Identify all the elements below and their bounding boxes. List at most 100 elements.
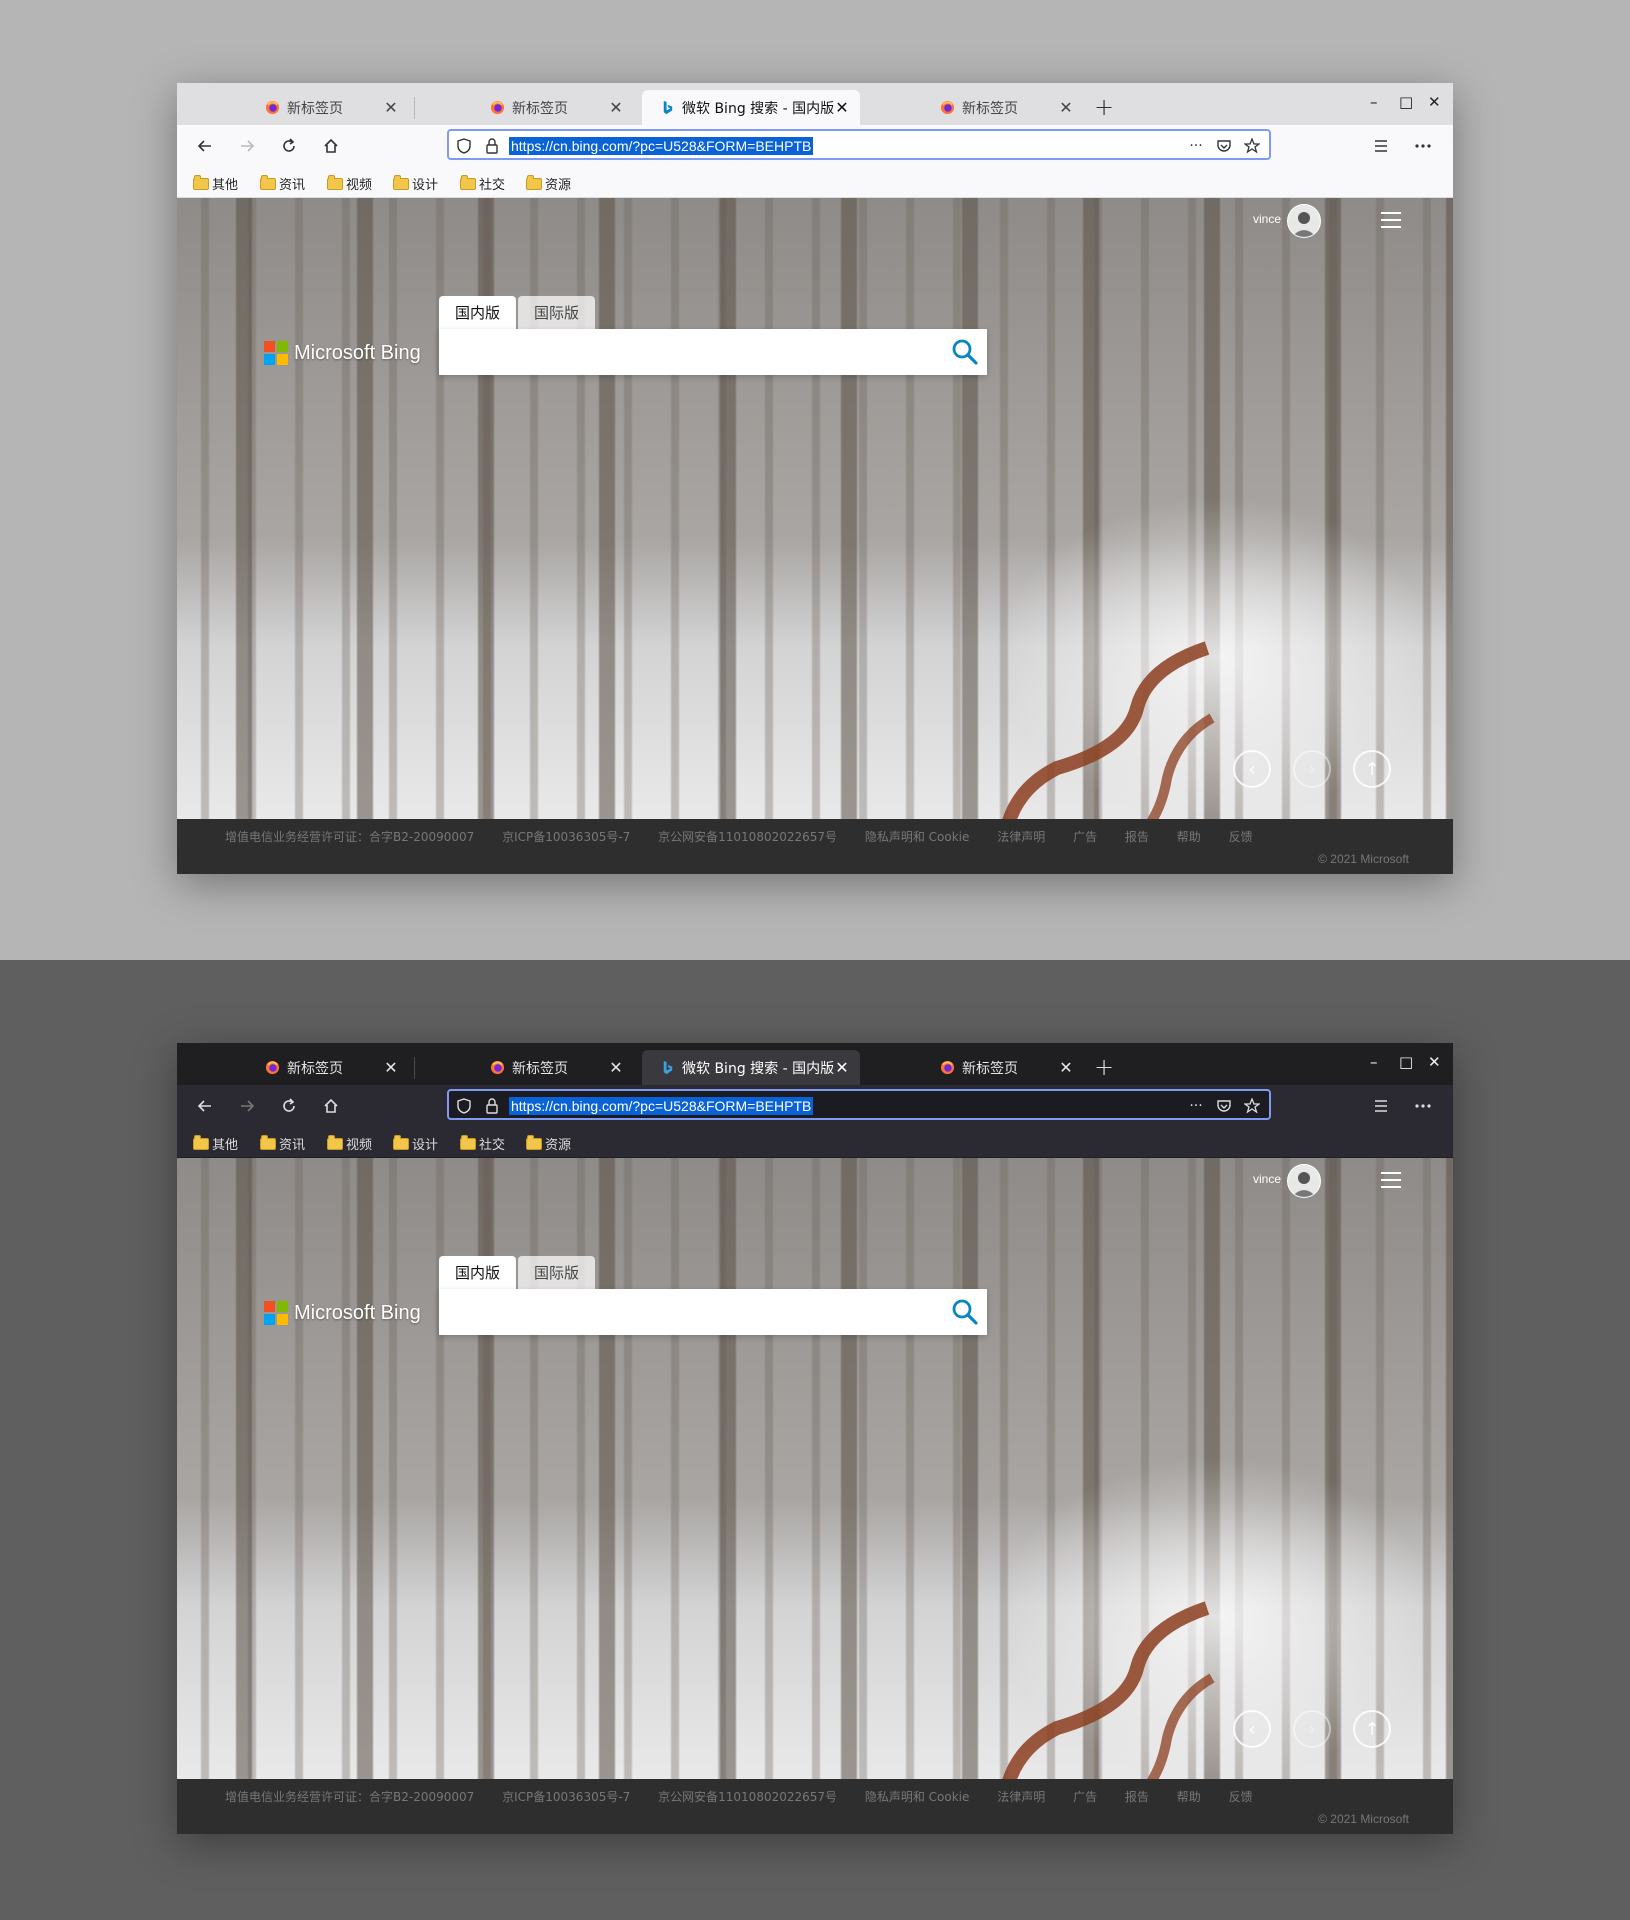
menu-button[interactable] xyxy=(1408,131,1438,161)
image-info-button[interactable]: ↑ xyxy=(1353,1710,1391,1748)
hamburger-menu-icon[interactable] xyxy=(1381,212,1401,228)
bookmark-folder[interactable]: 社交 xyxy=(460,1134,505,1153)
tab-close-icon[interactable]: ✕ xyxy=(834,98,850,117)
bookmark-folder[interactable]: 资讯 xyxy=(260,1134,305,1153)
lock-icon[interactable] xyxy=(481,1095,503,1117)
footer-link[interactable]: 帮助 xyxy=(1177,1790,1201,1804)
avatar[interactable] xyxy=(1287,1164,1321,1198)
tab-international[interactable]: 国际版 xyxy=(518,296,596,329)
lock-icon[interactable] xyxy=(481,135,503,157)
search-icon[interactable] xyxy=(951,338,979,366)
tab-1[interactable]: 新标签页 ✕ xyxy=(191,1050,409,1085)
forward-button[interactable] xyxy=(232,131,262,161)
bing-logo[interactable]: Microsoft Bing xyxy=(264,1301,421,1325)
footer-link[interactable]: 京公网安备11010802022657号 xyxy=(658,1790,837,1804)
menu-button[interactable] xyxy=(1408,1091,1438,1121)
minimize-button[interactable]: – xyxy=(1370,93,1378,111)
minimize-button[interactable]: – xyxy=(1370,1053,1378,1071)
tab-1[interactable]: 新标签页 ✕ xyxy=(191,90,409,125)
home-button[interactable] xyxy=(316,131,346,161)
tab-close-icon[interactable]: ✕ xyxy=(383,1058,399,1077)
pocket-icon[interactable] xyxy=(1213,135,1235,157)
footer-link[interactable]: 报告 xyxy=(1125,830,1149,844)
bookmark-folder[interactable]: 资源 xyxy=(526,174,571,193)
bookmark-folder[interactable]: 视频 xyxy=(327,1134,372,1153)
next-image-button[interactable]: › xyxy=(1293,1710,1331,1748)
close-window-button[interactable]: ✕ xyxy=(1428,1053,1441,1071)
footer-link[interactable]: 京公网安备11010802022657号 xyxy=(658,830,837,844)
page-actions-icon[interactable]: ··· xyxy=(1185,135,1207,157)
tab-close-icon[interactable]: ✕ xyxy=(608,1058,624,1077)
bing-logo[interactable]: Microsoft Bing xyxy=(264,341,421,365)
tab-4[interactable]: 新标签页 ✕ xyxy=(866,1050,1084,1085)
tab-2[interactable]: 新标签页 ✕ xyxy=(416,1050,634,1085)
tab-international[interactable]: 国际版 xyxy=(518,1256,596,1289)
footer-link[interactable]: 京ICP备10036305号-7 xyxy=(502,830,630,844)
bookmark-star-icon[interactable] xyxy=(1241,135,1263,157)
search-input[interactable] xyxy=(439,329,987,375)
tab-close-icon[interactable]: ✕ xyxy=(834,1058,850,1077)
tab-3-active[interactable]: 微软 Bing 搜索 - 国内版 ✕ xyxy=(642,1050,860,1085)
bookmark-folder[interactable]: 其他 xyxy=(193,174,238,193)
tab-close-icon[interactable]: ✕ xyxy=(1058,98,1074,117)
page-actions-icon[interactable]: ··· xyxy=(1185,1095,1207,1117)
back-button[interactable] xyxy=(190,131,220,161)
footer-link[interactable]: 隐私声明和 Cookie xyxy=(865,1790,970,1804)
tab-domestic[interactable]: 国内版 xyxy=(439,1256,517,1289)
bookmark-folder[interactable]: 视频 xyxy=(327,174,372,193)
bookmark-star-icon[interactable] xyxy=(1241,1095,1263,1117)
footer-link[interactable]: 报告 xyxy=(1125,1790,1149,1804)
url-bar[interactable]: https://cn.bing.com/?pc=U528&FORM=BEHPTB… xyxy=(447,129,1271,160)
tab-2[interactable]: 新标签页 ✕ xyxy=(416,90,634,125)
search-input[interactable] xyxy=(439,1289,987,1335)
next-image-button[interactable]: › xyxy=(1293,750,1331,788)
library-button[interactable] xyxy=(1366,131,1396,161)
hamburger-menu-icon[interactable] xyxy=(1381,1172,1401,1188)
footer-link[interactable]: 反馈 xyxy=(1229,1790,1253,1804)
back-button[interactable] xyxy=(190,1091,220,1121)
tab-close-icon[interactable]: ✕ xyxy=(608,98,624,117)
shield-icon[interactable] xyxy=(453,1095,475,1117)
footer-link[interactable]: 广告 xyxy=(1073,1790,1097,1804)
close-window-button[interactable]: ✕ xyxy=(1428,93,1441,111)
image-info-button[interactable]: ↑ xyxy=(1353,750,1391,788)
home-button[interactable] xyxy=(316,1091,346,1121)
bookmark-folder[interactable]: 资讯 xyxy=(260,174,305,193)
footer-link[interactable]: 反馈 xyxy=(1229,830,1253,844)
footer-link[interactable]: 帮助 xyxy=(1177,830,1201,844)
new-tab-button[interactable]: + xyxy=(1094,1053,1114,1081)
bookmark-folder[interactable]: 设计 xyxy=(393,174,438,193)
bookmark-folder[interactable]: 设计 xyxy=(393,1134,438,1153)
footer-link[interactable]: 京ICP备10036305号-7 xyxy=(502,1790,630,1804)
maximize-button[interactable]: □ xyxy=(1399,1053,1413,1071)
url-bar[interactable]: https://cn.bing.com/?pc=U528&FORM=BEHPTB… xyxy=(447,1089,1271,1120)
avatar[interactable] xyxy=(1287,204,1321,238)
bookmark-folder[interactable]: 资源 xyxy=(526,1134,571,1153)
url-text[interactable]: https://cn.bing.com/?pc=U528&FORM=BEHPTB xyxy=(509,1097,814,1115)
tab-domestic[interactable]: 国内版 xyxy=(439,296,517,329)
pocket-icon[interactable] xyxy=(1213,1095,1235,1117)
bookmark-folder[interactable]: 社交 xyxy=(460,174,505,193)
new-tab-button[interactable]: + xyxy=(1094,93,1114,121)
url-text[interactable]: https://cn.bing.com/?pc=U528&FORM=BEHPTB xyxy=(509,137,814,155)
reload-button[interactable] xyxy=(274,131,304,161)
user-name[interactable]: vince xyxy=(1253,212,1281,226)
footer-link[interactable]: 法律声明 xyxy=(997,1790,1045,1804)
user-name[interactable]: vince xyxy=(1253,1172,1281,1186)
bookmark-folder[interactable]: 其他 xyxy=(193,1134,238,1153)
tab-3-active[interactable]: 微软 Bing 搜索 - 国内版 ✕ xyxy=(642,90,860,125)
reload-button[interactable] xyxy=(274,1091,304,1121)
maximize-button[interactable]: □ xyxy=(1399,93,1413,111)
search-icon[interactable] xyxy=(951,1298,979,1326)
forward-button[interactable] xyxy=(232,1091,262,1121)
library-button[interactable] xyxy=(1366,1091,1396,1121)
footer-link[interactable]: 增值电信业务经营许可证：合字B2-20090007 xyxy=(225,830,474,844)
tab-4[interactable]: 新标签页 ✕ xyxy=(866,90,1084,125)
shield-icon[interactable] xyxy=(453,135,475,157)
footer-link[interactable]: 隐私声明和 Cookie xyxy=(865,830,970,844)
footer-link[interactable]: 法律声明 xyxy=(997,830,1045,844)
tab-close-icon[interactable]: ✕ xyxy=(383,98,399,117)
tab-close-icon[interactable]: ✕ xyxy=(1058,1058,1074,1077)
footer-link[interactable]: 广告 xyxy=(1073,830,1097,844)
footer-link[interactable]: 增值电信业务经营许可证：合字B2-20090007 xyxy=(225,1790,474,1804)
